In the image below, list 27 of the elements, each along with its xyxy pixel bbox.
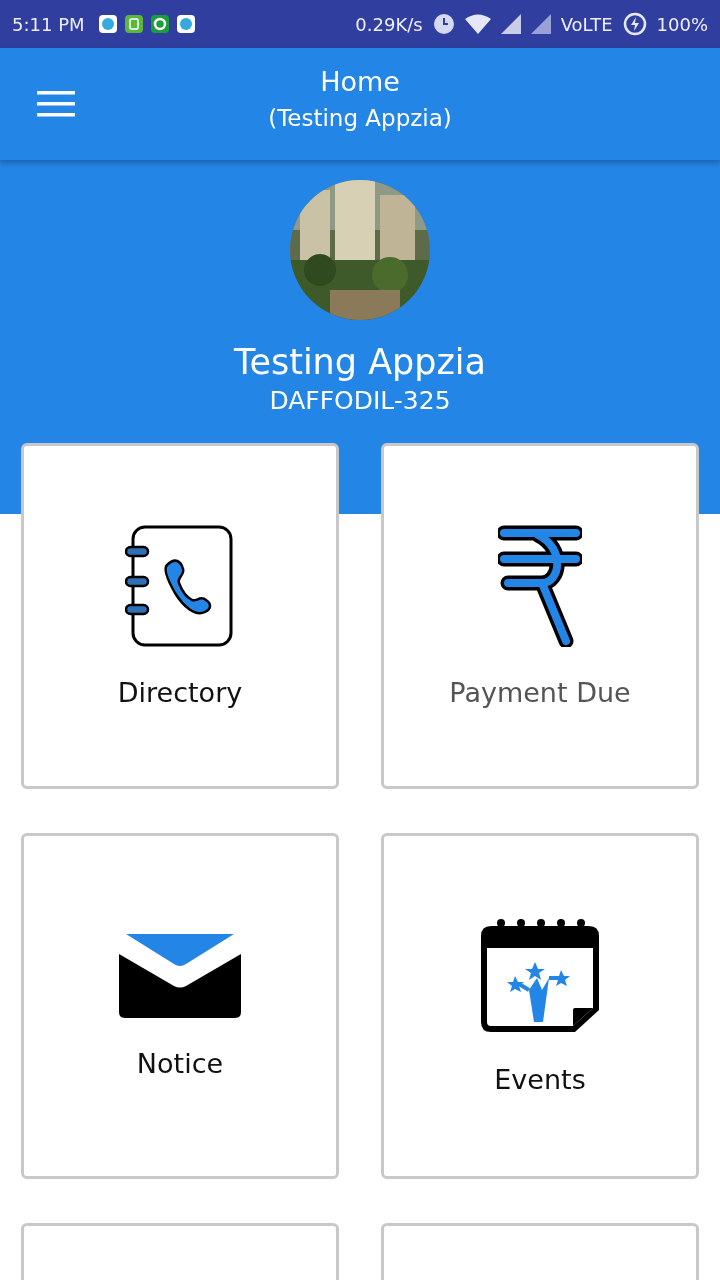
screen-subtitle: (Testing Appzia) <box>268 105 452 131</box>
society-name: Testing Appzia <box>233 342 487 382</box>
signal-icon <box>530 14 551 34</box>
app-notification-icon <box>150 15 169 33</box>
screen-title: Home <box>320 66 400 97</box>
rupee-icon <box>498 524 582 647</box>
app-notification-icon <box>98 15 117 33</box>
menu-tile[interactable]: Events <box>381 833 699 1179</box>
menu-tile[interactable]: Payment Due <box>381 443 699 789</box>
menu-button[interactable] <box>37 89 75 119</box>
battery-charging-icon <box>622 12 647 36</box>
calendar-icon <box>479 917 601 1034</box>
flat-number: DAFFODIL-325 <box>269 386 451 415</box>
status-time: 5:11 PM <box>12 13 85 35</box>
phone-book-icon <box>125 524 235 647</box>
network-speed: 0.29K/s <box>355 13 423 35</box>
app-notification-icon <box>176 15 195 33</box>
menu-tile[interactable]: Directory <box>21 443 339 789</box>
app-notification-icon <box>124 15 143 33</box>
wifi-icon <box>464 14 491 34</box>
battery-level: 100% <box>656 13 708 35</box>
signal-icon <box>500 14 521 34</box>
network-type: VoLTE <box>560 13 613 35</box>
clock-icon <box>432 13 455 35</box>
menu-icon <box>37 89 75 119</box>
envelope-icon <box>119 933 241 1018</box>
menu-tile[interactable]: Notice <box>21 833 339 1179</box>
